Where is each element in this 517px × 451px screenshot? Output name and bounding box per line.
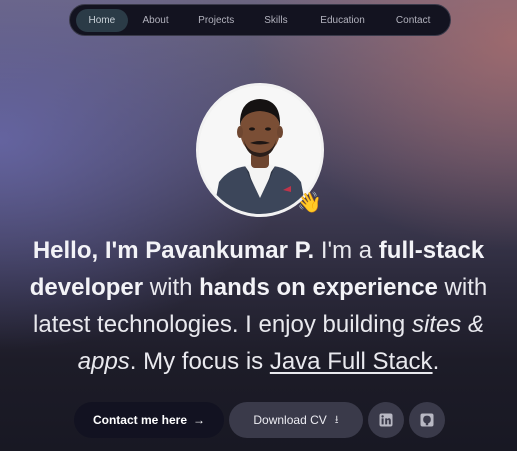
download-cv-button[interactable]: Download CV ⭳ (229, 402, 363, 438)
nav-contact[interactable]: Contact (382, 9, 444, 32)
download-cv-label: Download CV (253, 413, 327, 427)
download-icon: ⭳ (334, 413, 339, 426)
headline-text-5: . (432, 348, 440, 375)
linkedin-icon (379, 413, 393, 427)
nav-education[interactable]: Education (303, 9, 383, 32)
headline-name: Hello, I'm Pavankumar P. (32, 237, 315, 264)
nav-about[interactable]: About (128, 9, 184, 32)
headline-experience: hands on experience (199, 274, 438, 301)
contact-button-label: Contact me here (92, 413, 188, 427)
hero-headline: Hello, I'm Pavankumar P. I'm a full-stac… (10, 232, 507, 380)
arrow-right-icon: → (193, 413, 206, 427)
headline-focus: Java Full Stack (269, 348, 433, 375)
linkedin-button[interactable] (368, 402, 404, 438)
headline-text-1: I'm a (314, 237, 379, 264)
headline-text-2: with (143, 274, 200, 301)
nav-skills[interactable]: Skills (249, 9, 303, 32)
nav-home[interactable]: Home (76, 8, 128, 32)
contact-button[interactable]: Contact me here → (74, 402, 224, 438)
waving-hand-icon: 👋 (297, 192, 322, 214)
top-nav: Home About Projects Skills Education Con… (69, 4, 451, 36)
headline-text-4: . My focus is (129, 348, 270, 375)
github-icon (420, 413, 434, 427)
nav-projects[interactable]: Projects (183, 9, 249, 32)
github-button[interactable] (409, 402, 445, 438)
cta-buttons: Contact me here → Download CV ⭳ (74, 402, 450, 438)
